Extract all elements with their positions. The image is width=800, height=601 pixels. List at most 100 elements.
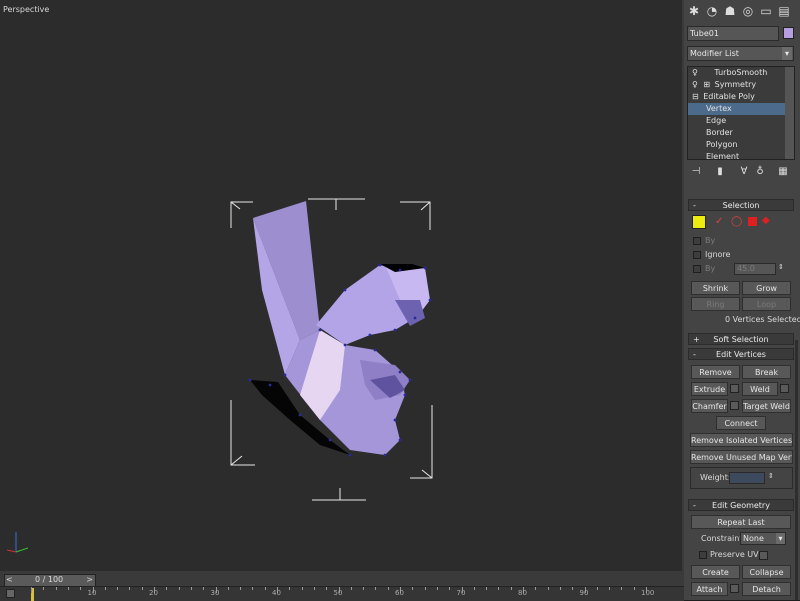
track-bar-menu-icon[interactable] (6, 589, 15, 598)
ruler-label: 20 (149, 589, 158, 597)
detach-button[interactable]: Detach (742, 582, 791, 596)
bulb-icon: ♀ (692, 68, 698, 77)
create-button[interactable]: Create (691, 565, 740, 579)
pin-stack-icon[interactable]: ⊣ (689, 165, 703, 179)
expand-icon[interactable]: ⊞ (703, 80, 710, 89)
collapse-icon[interactable]: ⊟ (692, 92, 699, 101)
ruler-tick (141, 587, 143, 590)
ruler-label: 70 (456, 589, 466, 597)
stack-item-edge[interactable]: Edge (688, 115, 794, 127)
grow-button[interactable]: Grow (742, 281, 791, 295)
bulb-icon: ♀ (692, 80, 698, 89)
by-vertex-label: By (705, 236, 716, 245)
modify-tab-icon[interactable]: ◔ (705, 4, 719, 18)
ignore-backfacing-checkbox[interactable] (693, 251, 701, 259)
extrude-settings-button[interactable] (730, 384, 739, 393)
collapse-button[interactable]: Collapse (742, 565, 791, 579)
stack-item-polygon[interactable]: Polygon (688, 139, 794, 151)
configure-sets-icon[interactable]: ▦ (776, 165, 790, 179)
ring-button[interactable]: Ring (691, 297, 740, 311)
make-unique-icon[interactable]: ∀ (737, 165, 751, 179)
ruler-tick (31, 587, 32, 593)
stack-scrollbar[interactable] (785, 67, 794, 159)
soft-selection-rollout-header[interactable]: + Soft Selection (688, 333, 794, 345)
stack-item-symmetry[interactable]: ♀ ⊞ Symmetry (688, 79, 794, 91)
ruler-tick (301, 587, 303, 590)
ruler-tick (498, 587, 500, 590)
object-color-swatch[interactable] (783, 27, 794, 39)
chamfer-settings-button[interactable] (730, 401, 739, 410)
polygon-mode-icon[interactable] (748, 217, 757, 226)
ruler-label: 50 (333, 589, 343, 597)
break-button[interactable]: Break (742, 365, 791, 379)
weight-label: Weight: (700, 473, 731, 482)
display-tab-icon[interactable]: ▭ (759, 4, 773, 18)
remove-isolated-vertices-button[interactable]: Remove Isolated Vertices (690, 433, 793, 447)
remove-button[interactable]: Remove (691, 365, 740, 379)
time-next-button[interactable]: > (86, 575, 93, 584)
ruler-tick (572, 587, 574, 590)
command-panel: ✱ ◔ ☗ ◎ ▭ ▤ Tube01 Modifier List ▾ ♀ Tur… (684, 0, 800, 600)
angle-spinner[interactable]: 45.0 (734, 263, 776, 275)
element-mode-icon[interactable]: ◆ (762, 215, 770, 226)
ruler-label: 10 (87, 589, 97, 597)
edit-vertices-rollout-header[interactable]: - Edit Vertices (688, 348, 794, 360)
motion-tab-icon[interactable]: ◎ (741, 4, 755, 18)
ruler-tick (363, 587, 365, 590)
by-vertex-checkbox[interactable] (693, 237, 701, 245)
object-name-field[interactable]: Tube01 (687, 26, 779, 41)
stack-item-turbosmooth[interactable]: ♀ TurboSmooth (688, 67, 794, 79)
attach-settings-button[interactable] (730, 584, 739, 593)
selection-rollout-header[interactable]: - Selection (688, 199, 794, 211)
preserve-uvs-settings-button[interactable] (759, 551, 768, 560)
attach-button[interactable]: Attach (691, 582, 728, 596)
ruler-tick (178, 587, 180, 590)
spinner-arrows-icon[interactable]: ⇕ (768, 472, 774, 480)
edit-geometry-rollout-header[interactable]: - Edit Geometry (688, 499, 794, 511)
ruler-label: 90 (579, 589, 589, 597)
constraints-dropdown[interactable]: None ▾ (740, 532, 786, 545)
ruler-tick (510, 587, 512, 590)
utilities-tab-icon[interactable]: ▤ (777, 4, 791, 18)
panel-scrollbar[interactable] (795, 340, 798, 600)
track-bar[interactable]: 10 20 30 40 50 60 70 80 90 100 (0, 586, 684, 601)
weld-settings-button[interactable] (780, 384, 789, 393)
ruler-tick (117, 587, 119, 590)
border-mode-icon[interactable]: ◯ (731, 216, 742, 227)
target-weld-button[interactable]: Target Weld (742, 399, 791, 413)
weld-button[interactable]: Weld (742, 382, 778, 396)
time-prev-button[interactable]: < (6, 575, 13, 584)
preserve-uvs-checkbox[interactable] (699, 551, 707, 559)
hierarchy-tab-icon[interactable]: ☗ (723, 4, 737, 18)
ruler-tick (486, 587, 488, 590)
spinner-arrows-icon[interactable]: ⇕ (778, 263, 784, 271)
edge-mode-icon[interactable]: ✓ (715, 216, 723, 227)
modifier-list-dropdown[interactable]: Modifier List ▾ (687, 46, 794, 61)
ruler-tick (227, 587, 229, 590)
chamfer-button[interactable]: Chamfer (691, 399, 728, 413)
ruler-tick (43, 587, 45, 590)
remove-unused-map-verts-button[interactable]: Remove Unused Map Verts (690, 450, 793, 464)
perspective-viewport[interactable]: Perspective (0, 0, 684, 571)
repeat-last-button[interactable]: Repeat Last (691, 515, 791, 529)
connect-button[interactable]: Connect (716, 416, 766, 430)
ruler-tick (436, 587, 438, 590)
ruler-tick (326, 587, 328, 590)
stack-item-element[interactable]: Element (688, 151, 794, 159)
vertex-mode-icon[interactable] (692, 215, 706, 229)
stack-item-vertex[interactable]: Vertex (688, 103, 794, 115)
create-tab-icon[interactable]: ✱ (687, 4, 701, 18)
remove-modifier-icon[interactable]: ♁ (753, 165, 767, 179)
shrink-button[interactable]: Shrink (691, 281, 740, 295)
ignore-backfacing-label: Ignore (705, 250, 731, 259)
modifier-stack[interactable]: ♀ TurboSmooth ♀ ⊞ Symmetry ⊟ Editable Po… (687, 66, 795, 160)
ruler-tick (547, 587, 549, 590)
stack-item-border[interactable]: Border (688, 127, 794, 139)
stack-item-editable-poly[interactable]: ⊟ Editable Poly (688, 91, 794, 103)
selection-status: 0 Vertices Selected (725, 315, 800, 324)
show-end-result-icon[interactable]: ▮ (713, 165, 727, 179)
by-angle-checkbox[interactable] (693, 265, 701, 273)
weight-spinner[interactable] (729, 472, 765, 484)
extrude-button[interactable]: Extrude (691, 382, 728, 396)
loop-button[interactable]: Loop (742, 297, 791, 311)
